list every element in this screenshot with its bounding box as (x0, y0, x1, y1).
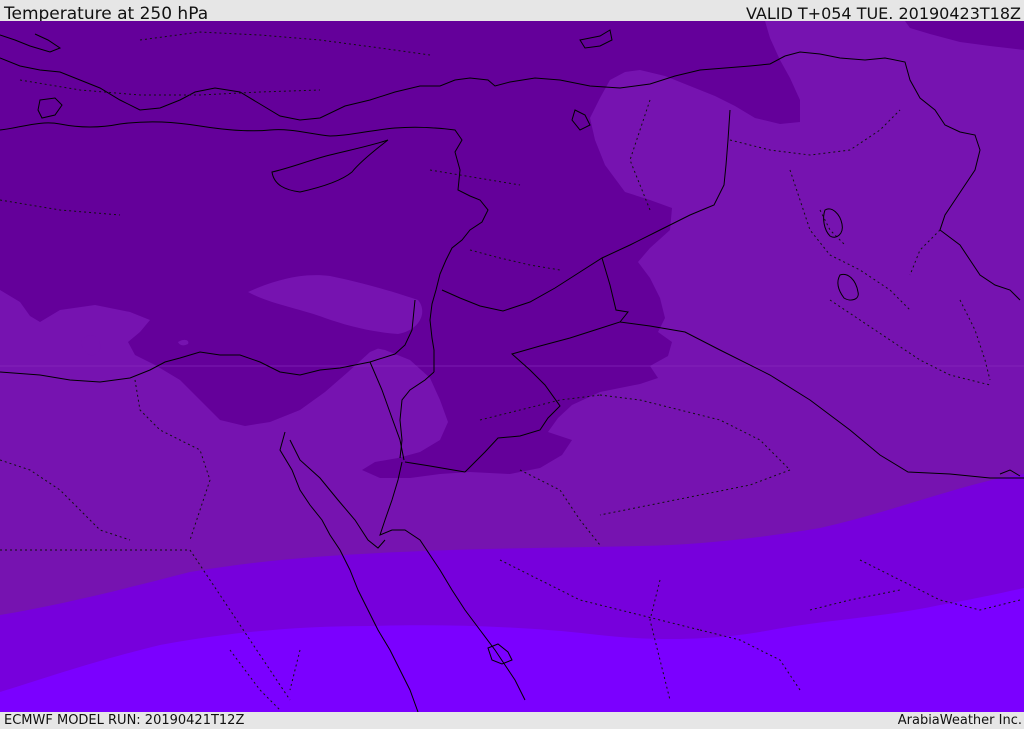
header-bar: Temperature at 250 hPa VALID T+054 TUE. … (0, 0, 1024, 24)
model-run: ECMWF MODEL RUN: 20190421T12Z (4, 713, 245, 728)
brand-label: ArabiaWeather Inc. (897, 713, 1022, 728)
footer-bar: ECMWF MODEL RUN: 20190421T12Z ArabiaWeat… (0, 712, 1024, 729)
map-area[interactable] (0, 21, 1024, 712)
temperature-map (0, 21, 1024, 712)
